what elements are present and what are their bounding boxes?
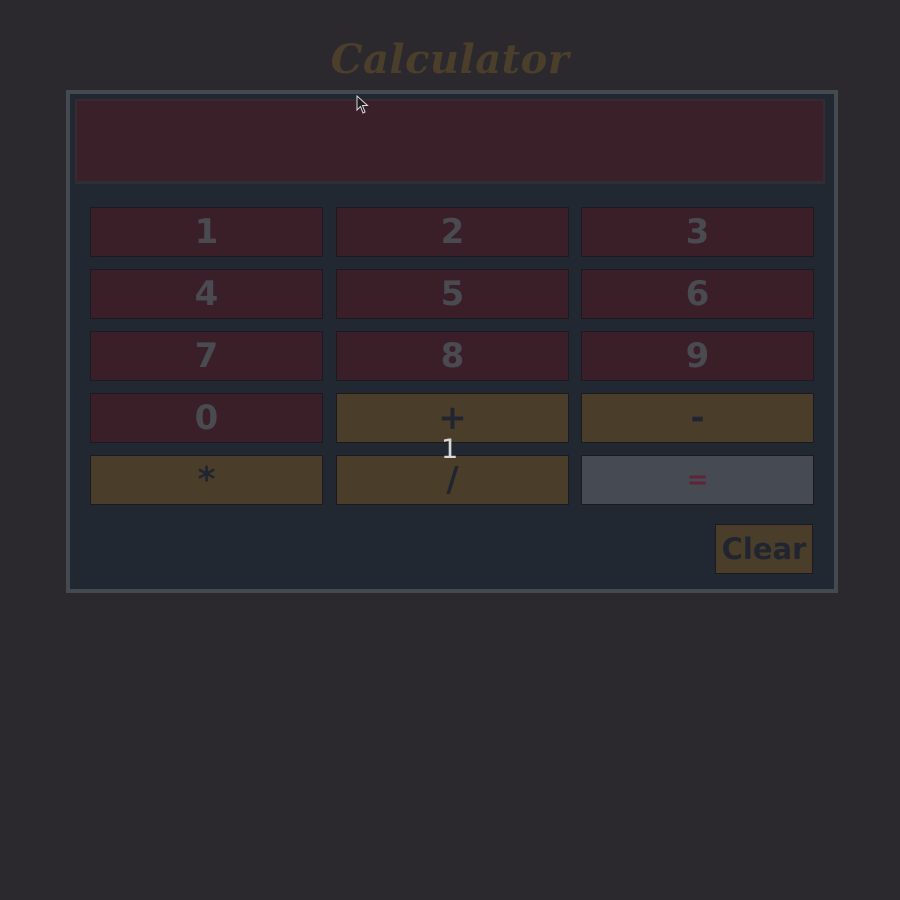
page-title: Calculator — [330, 36, 570, 83]
page: Calculator 1 2 3 4 5 6 7 8 9 0 + - * / =… — [0, 0, 900, 900]
key-multiply[interactable]: * — [90, 455, 323, 505]
mouse-pointer-icon — [356, 95, 369, 114]
key-minus[interactable]: - — [581, 393, 814, 443]
calculator: 1 2 3 4 5 6 7 8 9 0 + - * / = Clear — [66, 90, 838, 593]
calculator-display — [75, 99, 825, 184]
key-7[interactable]: 7 — [90, 331, 323, 381]
key-3[interactable]: 3 — [581, 207, 814, 257]
key-4[interactable]: 4 — [90, 269, 323, 319]
key-6[interactable]: 6 — [581, 269, 814, 319]
clear-button[interactable]: Clear — [715, 524, 813, 574]
key-2[interactable]: 2 — [336, 207, 569, 257]
key-9[interactable]: 9 — [581, 331, 814, 381]
key-8[interactable]: 8 — [336, 331, 569, 381]
key-5[interactable]: 5 — [336, 269, 569, 319]
key-equals[interactable]: = — [581, 455, 814, 505]
key-1[interactable]: 1 — [90, 207, 323, 257]
key-0[interactable]: 0 — [90, 393, 323, 443]
floating-digit-text: 1 — [441, 434, 459, 465]
